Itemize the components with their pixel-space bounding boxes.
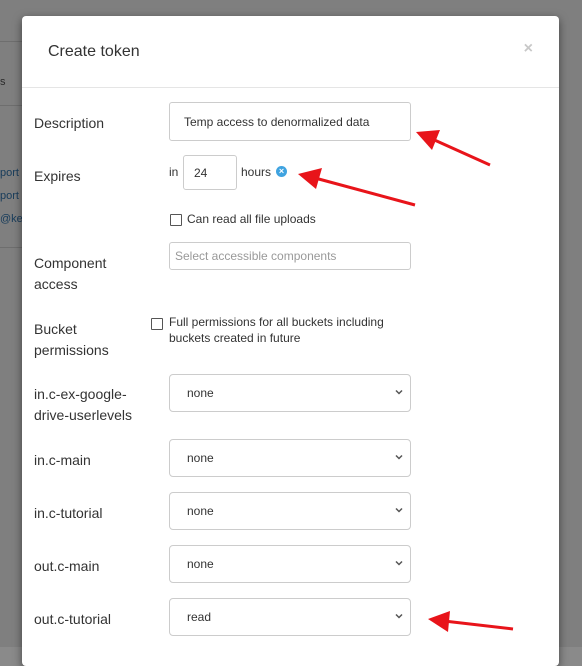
select-value: none (187, 451, 214, 465)
bucket-label: in.c-tutorial (34, 505, 103, 521)
component-access-placeholder: Select accessible components (175, 249, 337, 263)
full-permissions-line1: Full permissions for all buckets includi… (169, 315, 384, 329)
select-value: read (187, 610, 212, 624)
modal-header: Create token × (22, 16, 559, 88)
bucket-permissions-label-line1: Bucket (34, 321, 77, 337)
bucket-permission-select[interactable]: none (169, 439, 411, 477)
chevron-down-icon (395, 613, 403, 619)
description-input[interactable]: Temp access to denormalized data (169, 102, 411, 141)
expires-suffix: hours (241, 165, 272, 179)
bucket-label: out.c-main (34, 558, 100, 574)
chevron-down-icon (395, 507, 403, 513)
expires-value: 24 (194, 165, 208, 180)
select-value: none (187, 557, 214, 571)
bucket-permission-select[interactable]: read (169, 598, 411, 636)
file-uploads-label: Can read all file uploads (187, 212, 316, 226)
component-access-select[interactable]: Select accessible components (169, 242, 411, 270)
bucket-permissions-label-line2: permissions (34, 342, 109, 358)
bucket-label: out.c-tutorial (34, 611, 112, 627)
close-button[interactable]: × (524, 40, 533, 58)
bucket-permission-select[interactable]: none (169, 374, 411, 412)
bucket-permission-select[interactable]: none (169, 492, 411, 530)
component-access-label-line1: Component (34, 255, 107, 271)
clear-icon[interactable]: × (276, 166, 287, 177)
modal-title: Create token (48, 43, 140, 60)
full-permissions-checkbox[interactable] (151, 318, 163, 330)
description-label: Description (34, 115, 105, 131)
description-value: Temp access to denormalized data (184, 114, 370, 129)
full-permissions-line2: buckets created in future (169, 331, 301, 345)
file-uploads-checkbox[interactable] (170, 214, 182, 226)
expires-prefix: in (169, 165, 179, 179)
select-value: none (187, 504, 214, 518)
chevron-down-icon (395, 454, 403, 460)
create-token-modal: Create token × Description Temp access t… (22, 16, 559, 666)
bucket-label-line2: drive-userlevels (34, 407, 133, 423)
expires-hours-input[interactable]: 24 (183, 155, 237, 190)
expires-label: Expires (34, 168, 81, 184)
chevron-down-icon (395, 560, 403, 566)
bucket-label-line1: in.c-ex-google- (34, 386, 127, 402)
chevron-down-icon (395, 389, 403, 395)
select-value: none (187, 386, 214, 400)
component-access-label-line2: access (34, 276, 78, 292)
bucket-label: in.c-main (34, 452, 91, 468)
bucket-permission-select[interactable]: none (169, 545, 411, 583)
